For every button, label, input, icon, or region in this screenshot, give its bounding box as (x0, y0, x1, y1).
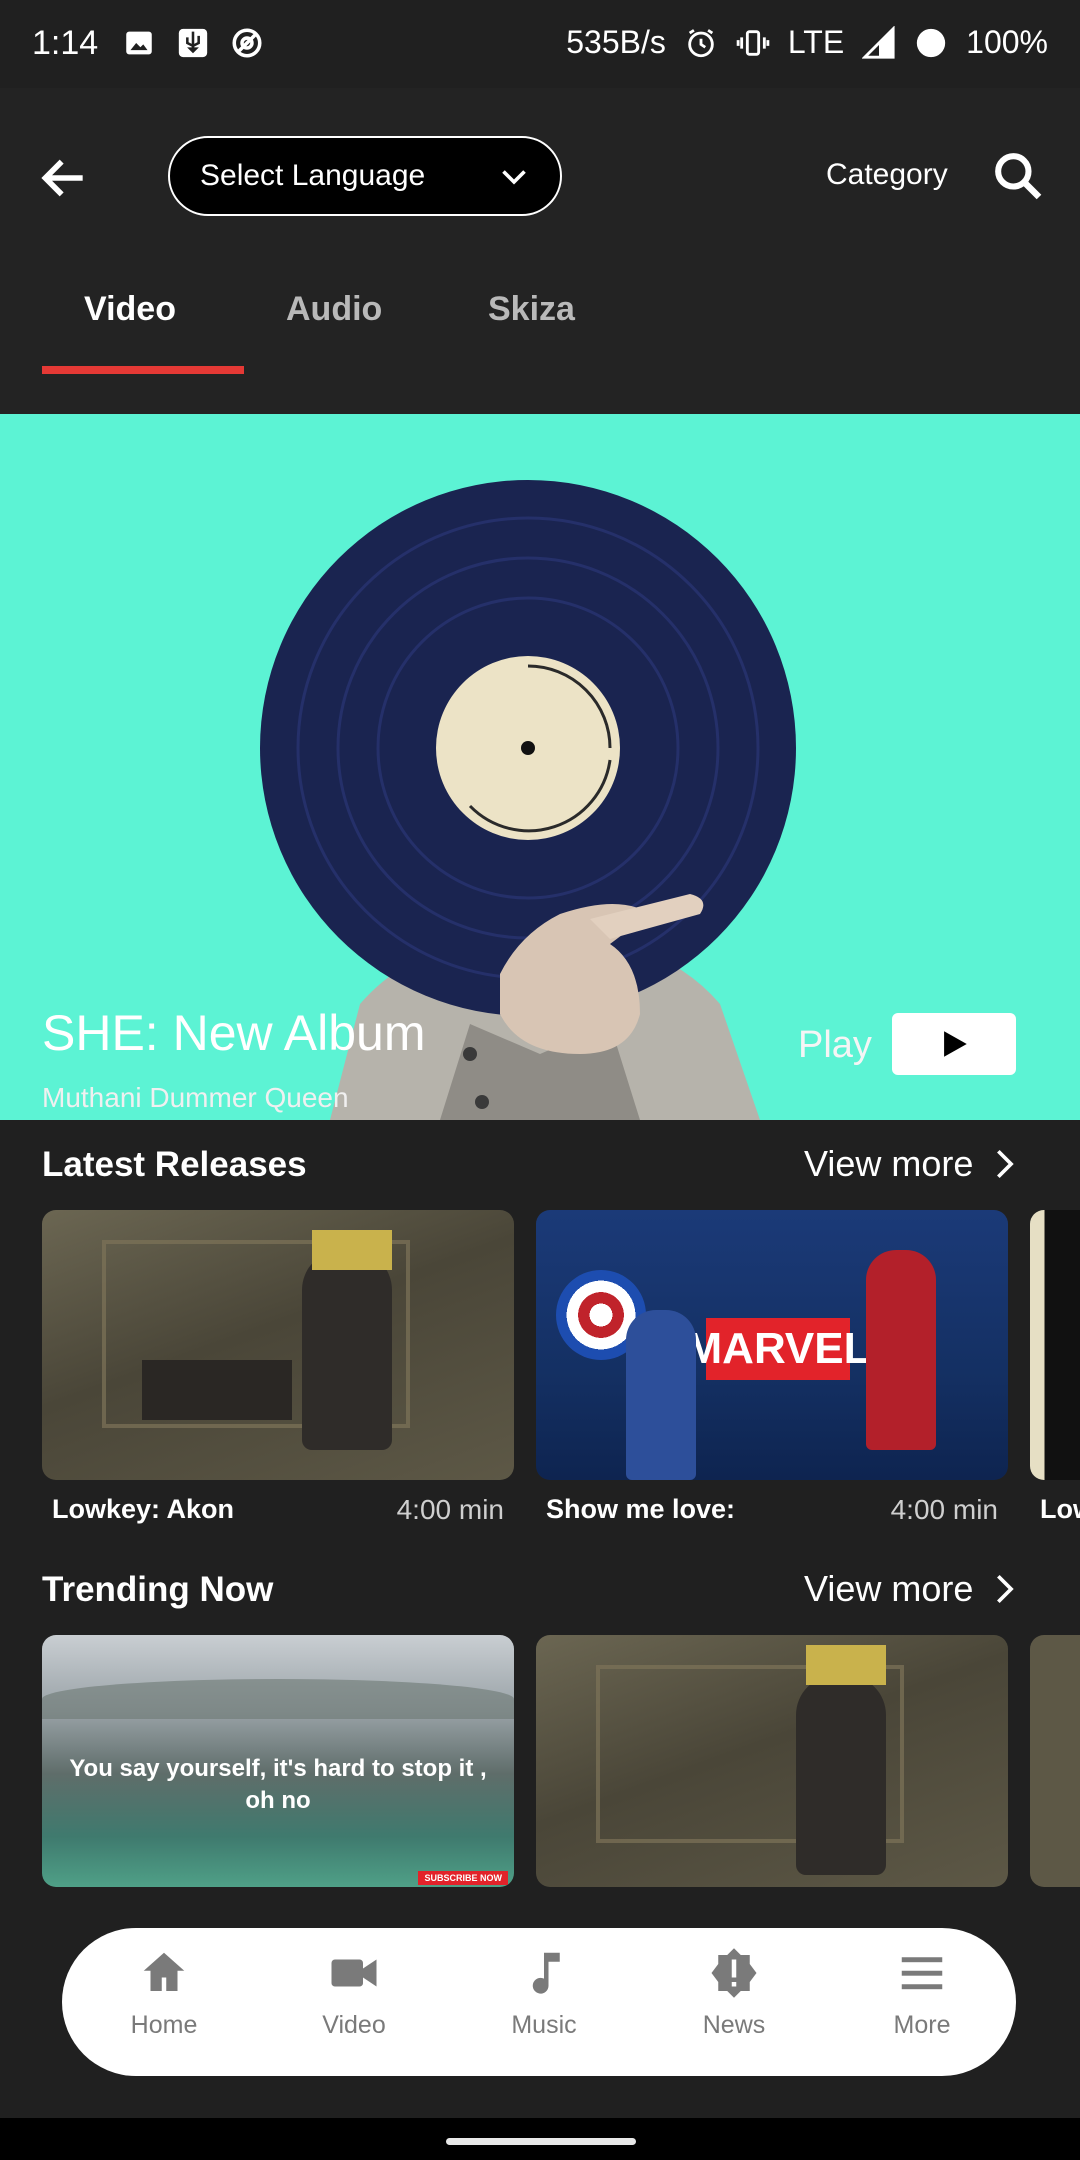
release-card[interactable]: MARVEL Show me love: 4:00 min (536, 1210, 1008, 1526)
play-icon (944, 1031, 967, 1057)
nav-video[interactable]: Video (294, 1946, 414, 2040)
top-app-bar: Select Language Category (0, 88, 1080, 260)
status-bar: 1:14 535B/s LTE 100% (0, 0, 1080, 88)
category-link[interactable]: Category (826, 158, 948, 192)
net-speed: 535B/s (566, 24, 666, 60)
release-thumbnail (42, 1210, 514, 1480)
nav-label: Music (511, 2011, 577, 2039)
usb-icon (178, 28, 208, 58)
release-duration: 4:00 min (890, 1494, 998, 1525)
play-button[interactable] (892, 1013, 1016, 1075)
latest-releases-view-more[interactable]: View more (804, 1143, 1021, 1185)
battery-level: 100% (966, 24, 1048, 60)
status-time: 1:14 (32, 24, 99, 62)
release-duration: 4:00 min (396, 1494, 504, 1525)
nav-home[interactable]: Home (104, 1946, 224, 2040)
trending-now-title: Trending Now (42, 1570, 274, 1609)
menu-icon (901, 1957, 943, 1990)
view-more-label: View more (804, 1568, 974, 1609)
nav-label: Home (130, 2011, 198, 2039)
tab-indicator (42, 366, 244, 374)
video-camera-icon (331, 1959, 377, 1987)
data-saver-icon (232, 28, 262, 58)
gallery-icon (126, 31, 152, 55)
language-select-label: Select Language (200, 159, 426, 192)
release-thumbnail: MARVEL (536, 1210, 1008, 1480)
trending-view-more[interactable]: View more (804, 1568, 1021, 1610)
network-type: LTE (787, 24, 845, 60)
hero-subtitle: Muthani Dummer Queen (42, 1082, 349, 1113)
subscribe-badge: SUBSCRIBE NOW (418, 1871, 508, 1885)
chevron-right-icon (997, 1574, 1015, 1604)
tab-skiza[interactable]: Skiza (488, 290, 575, 329)
alarm-icon (688, 28, 714, 57)
status-left-icons (122, 26, 264, 60)
signal-icon (862, 25, 895, 59)
release-thumbnail (1030, 1210, 1080, 1480)
chevron-down-icon (502, 170, 526, 185)
nav-label: More (893, 2011, 951, 2039)
tab-bar: Video Audio Skiza (0, 260, 1080, 414)
vibrate-icon (736, 29, 770, 56)
play-label: Play (798, 1024, 872, 1066)
trending-card[interactable]: You say yourself, it's hard to stop it ,… (42, 1635, 514, 1887)
alert-badge-icon (711, 1948, 757, 1998)
nav-label: Video (322, 2011, 386, 2039)
search-icon[interactable] (990, 148, 1046, 204)
release-card[interactable]: Low (1030, 1210, 1080, 1525)
language-select[interactable]: Select Language (168, 136, 562, 216)
home-icon (143, 1952, 185, 1991)
nav-news[interactable]: News (674, 1946, 794, 2040)
release-card[interactable]: Lowkey: Akon 4:00 min (42, 1210, 514, 1526)
release-title: Show me love: (546, 1494, 736, 1524)
nav-more[interactable]: More (862, 1946, 982, 2040)
status-right: 535B/s LTE 100% (566, 24, 1048, 61)
release-title: Lowkey: Akon (52, 1494, 235, 1524)
tab-video[interactable]: Video (84, 290, 176, 329)
trending-caption: You say yourself, it's hard to stop it ,… (69, 1755, 487, 1814)
nav-music[interactable]: Music (484, 1946, 604, 2040)
hero-title: SHE: New Album (42, 1005, 426, 1061)
hero-banner[interactable]: SHE: New Album Muthani Dummer Queen Play (0, 414, 1080, 1120)
bottom-navigation: Home Video Music News More (62, 1928, 1016, 2076)
chevron-right-icon (997, 1149, 1015, 1179)
release-title: Low (1040, 1494, 1080, 1524)
view-more-label: View more (804, 1143, 974, 1184)
latest-releases-title: Latest Releases (42, 1145, 307, 1184)
marvel-logo: MARVEL (686, 1318, 871, 1380)
music-note-icon (532, 1952, 560, 1994)
trending-card[interactable] (536, 1635, 1008, 1887)
home-indicator[interactable] (446, 2138, 636, 2145)
tab-audio[interactable]: Audio (286, 290, 382, 329)
battery-icon (916, 28, 946, 57)
nav-label: News (702, 2011, 766, 2039)
trending-card[interactable] (1030, 1635, 1080, 1887)
back-arrow-icon[interactable] (36, 150, 92, 206)
